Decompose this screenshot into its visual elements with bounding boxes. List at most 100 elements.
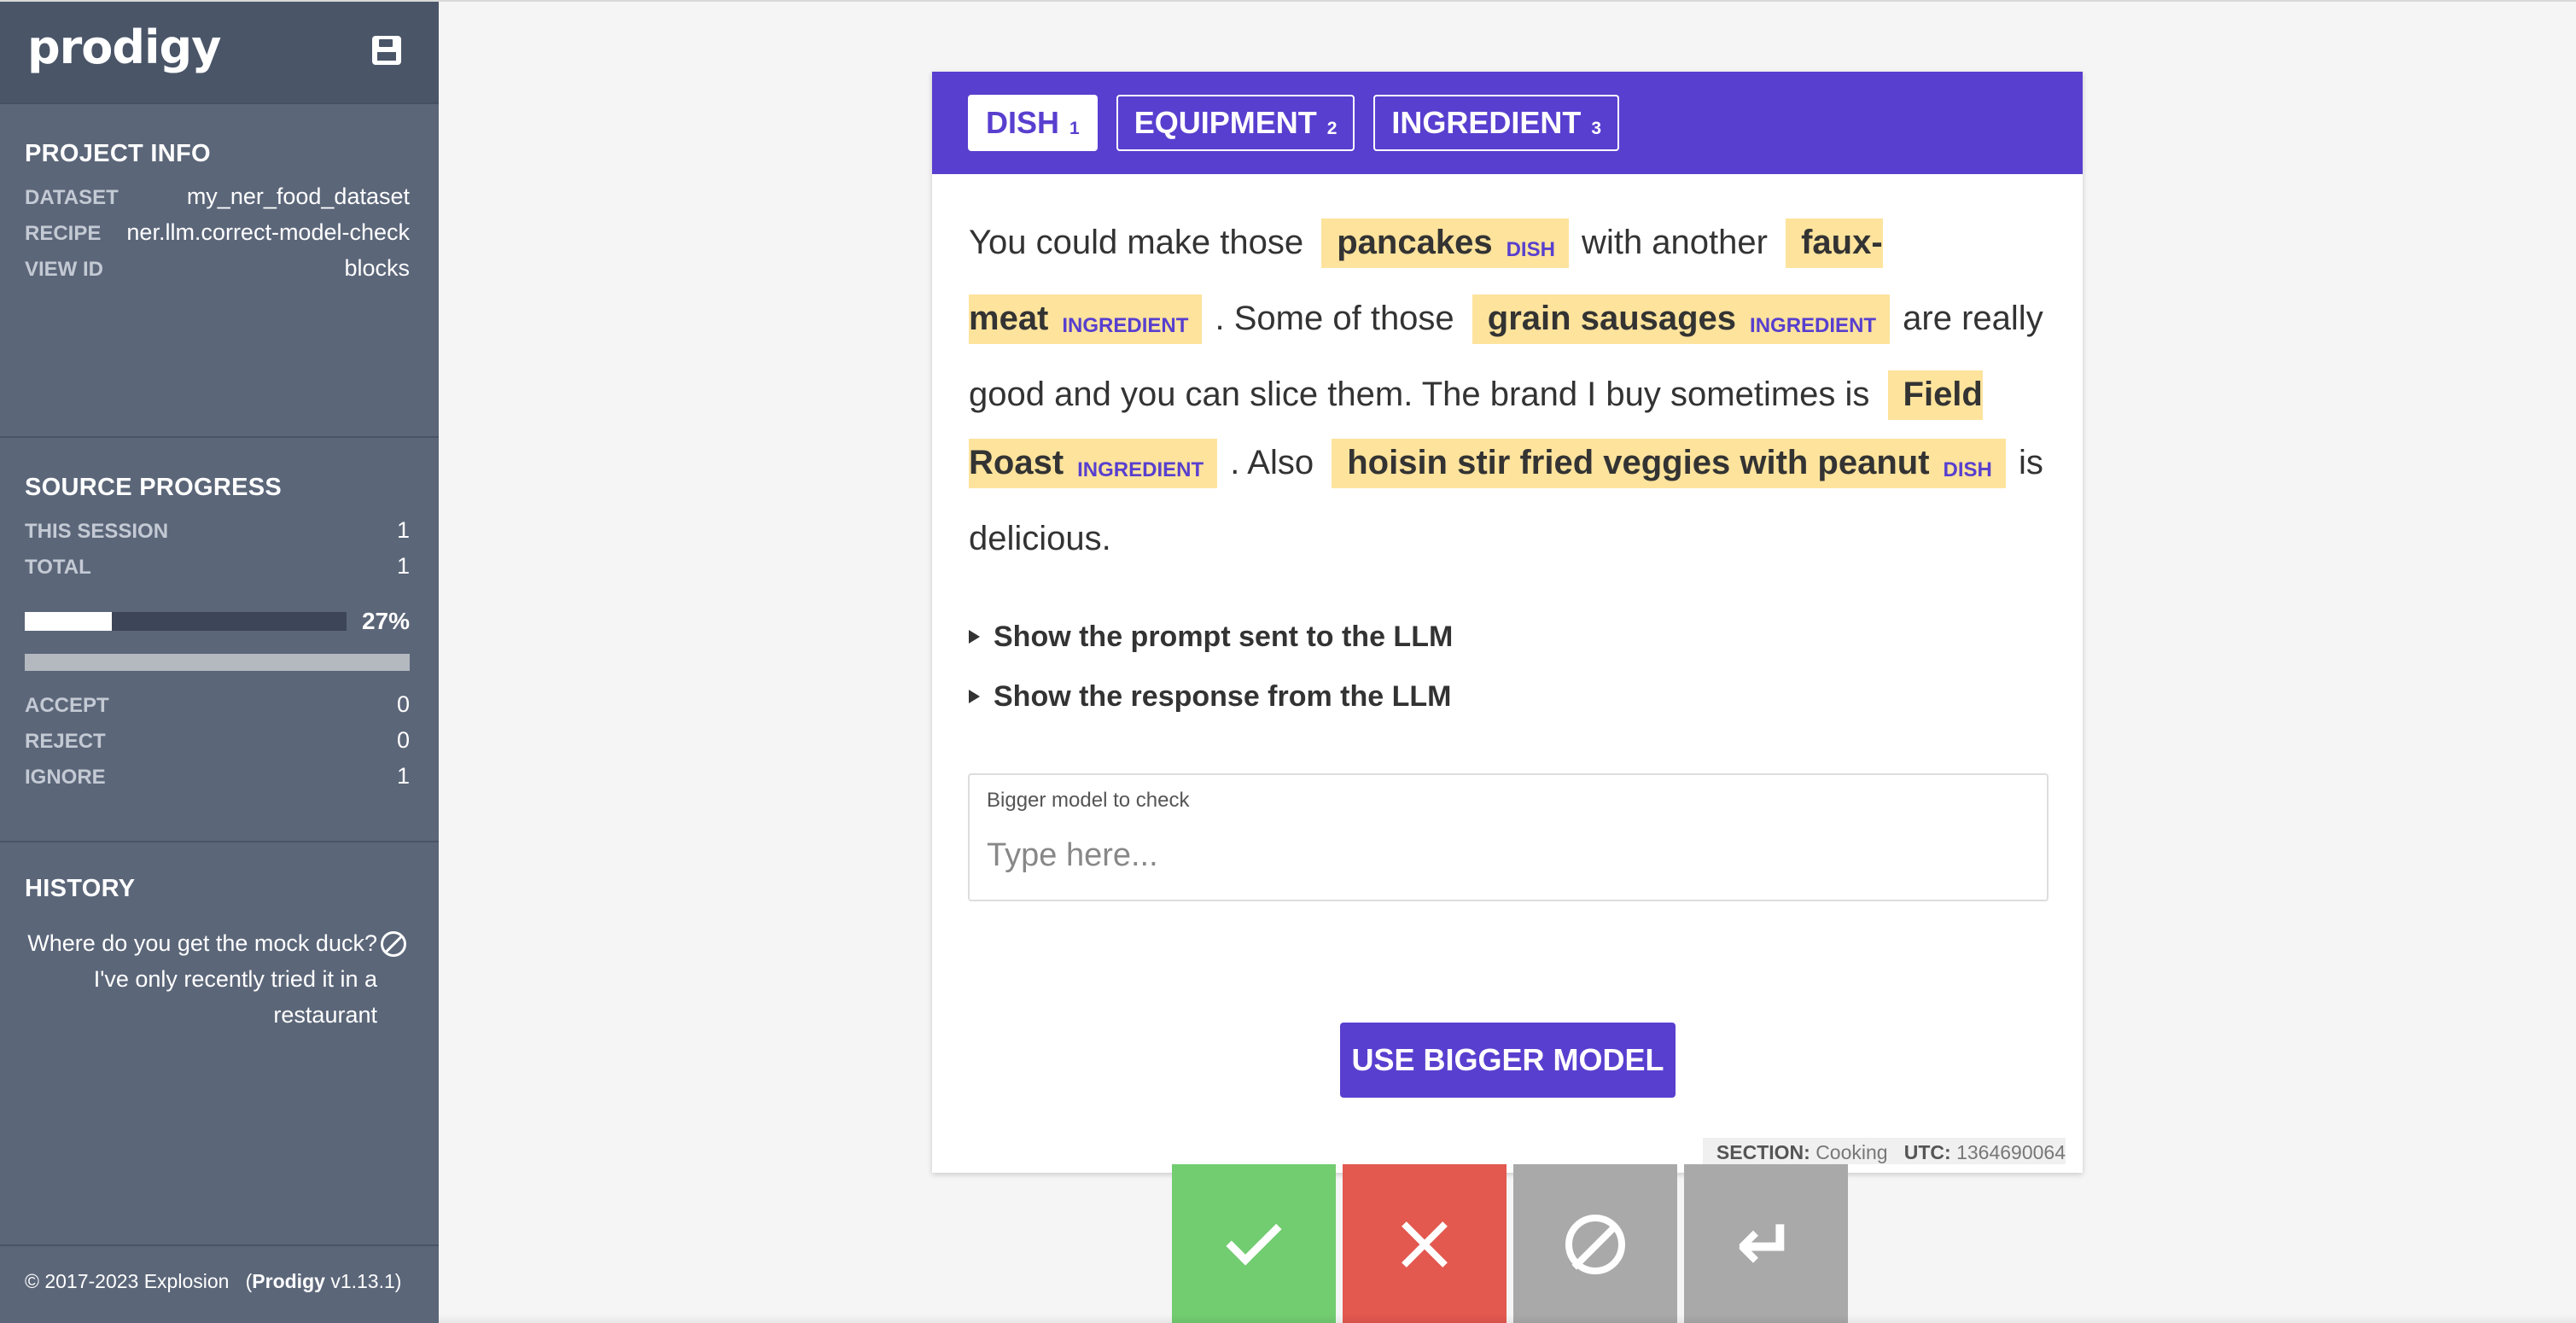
accept-key: Accept <box>25 694 109 717</box>
recipe-key: Recipe <box>25 222 102 245</box>
llm-details: Show the prompt sent to the LLM Show the… <box>932 573 2083 726</box>
project-info-section: Project Info Dataset my_ner_food_dataset… <box>0 104 439 438</box>
annotation-card: DISH 1 EQUIPMENT 2 INGREDIENT 3 You coul… <box>932 72 2083 1173</box>
label-ingredient-text: INGREDIENT <box>1391 105 1582 140</box>
label-bar: DISH 1 EQUIPMENT 2 INGREDIENT 3 <box>932 72 2083 174</box>
save-icon[interactable] <box>372 36 401 65</box>
source-progress-section: Source Progress This Session 1 Total 1 2… <box>0 438 439 842</box>
response-toggle-label: Show the response from the LLM <box>994 679 1452 713</box>
label-dish-key: 1 <box>1069 119 1080 138</box>
progress-row: 27% <box>25 608 410 635</box>
dataset-row: Dataset my_ner_food_dataset <box>25 184 410 219</box>
total-key: Total <box>25 556 91 579</box>
reject-button[interactable] <box>1343 1164 1507 1323</box>
history-item-text: Where do you get the mock duck? I've onl… <box>27 930 377 1028</box>
ignore-key: Ignore <box>25 766 106 789</box>
recipe-value: ner.llm.correct-model-check <box>126 219 410 245</box>
accept-button[interactable] <box>1172 1164 1336 1323</box>
text-segment: . Also <box>1221 444 1324 481</box>
disclosure-triangle-icon <box>969 690 980 703</box>
prodigy-logo: prodigy <box>27 20 221 74</box>
x-icon <box>1399 1219 1450 1270</box>
label-ingredient-key: 3 <box>1591 119 1602 138</box>
entity-span[interactable]: hoisin stir fried veggies with peanut DIS… <box>1332 439 2006 488</box>
ignore-count-row: Ignore 1 <box>25 763 410 799</box>
dataset-value: my_ner_food_dataset <box>186 184 410 209</box>
copyright-text: © 2017-2023 Explosion <box>25 1270 230 1292</box>
total-row: Total 1 <box>25 553 410 589</box>
project-info-title: Project Info <box>25 140 211 167</box>
history-title: History <box>25 875 136 902</box>
entity-label: INGREDIENT <box>1077 458 1204 481</box>
text-segment: You could make those <box>969 224 1314 261</box>
utc-key: UTC: <box>1903 1141 1951 1163</box>
label-equipment-key: 2 <box>1326 119 1338 138</box>
entity-text: pancakes <box>1337 224 1493 261</box>
use-bigger-model-button[interactable]: Use bigger model <box>1340 1023 1676 1098</box>
entity-span[interactable]: grain sausages INGREDIENT <box>1472 294 1891 344</box>
product-name: Prodigy <box>252 1270 325 1292</box>
this-session-value: 1 <box>396 517 410 543</box>
reject-count-row: Reject 0 <box>25 727 410 763</box>
secondary-progress-bar <box>25 654 410 671</box>
total-value: 1 <box>396 553 410 579</box>
undo-button[interactable]: ↵ <box>1684 1164 1848 1323</box>
entity-label: DISH <box>1506 238 1555 261</box>
label-ingredient-button[interactable]: INGREDIENT 3 <box>1373 95 1620 151</box>
entity-span[interactable]: pancakes DISH <box>1321 219 1569 268</box>
sidebar-footer: © 2017-2023 Explosion (Prodigy v1.13.1) <box>0 1244 439 1323</box>
ner-text: You could make those pancakes DISH with a… <box>932 174 2083 573</box>
answer-counts: Accept 0 Reject 0 Ignore 1 <box>25 691 410 799</box>
view-id-row: View ID blocks <box>25 255 410 291</box>
reject-value: 0 <box>396 727 410 753</box>
section-key: SECTION: <box>1716 1141 1810 1163</box>
bigger-model-input[interactable] <box>987 831 2011 879</box>
ignore-button[interactable] <box>1513 1164 1677 1323</box>
sidebar-header: prodigy <box>0 2 439 104</box>
entity-label: INGREDIENT <box>1062 314 1189 337</box>
check-icon <box>1226 1209 1282 1266</box>
ignore-icon <box>381 931 406 957</box>
dataset-key: Dataset <box>25 186 119 209</box>
progress-bar-fill <box>25 612 112 631</box>
utc-value: 1364690064 <box>1956 1141 2066 1163</box>
label-dish-button[interactable]: DISH 1 <box>968 95 1098 151</box>
undo-icon: ↵ <box>1735 1203 1797 1286</box>
recipe-row: Recipe ner.llm.correct-model-check <box>25 219 410 255</box>
text-segment: . Some of those <box>1205 300 1464 337</box>
bigger-model-field: Bigger model to check <box>968 773 2049 901</box>
entity-text: grain sausages <box>1487 300 1737 337</box>
reject-key: Reject <box>25 730 106 753</box>
this-session-row: This Session 1 <box>25 517 410 553</box>
bigger-model-field-label: Bigger model to check <box>987 789 1190 812</box>
this-session-key: This Session <box>25 520 169 543</box>
entity-text: hoisin stir fried veggies with peanut <box>1347 444 1930 481</box>
prompt-toggle[interactable]: Show the prompt sent to the LLM <box>969 607 2083 667</box>
view-id-value: blocks <box>344 255 410 281</box>
source-progress-title: Source Progress <box>25 474 282 501</box>
view-id-key: View ID <box>25 258 104 281</box>
bottom-shadow <box>439 1314 2576 1323</box>
prompt-toggle-label: Show the prompt sent to the LLM <box>994 620 1454 653</box>
ignore-icon <box>1565 1215 1625 1274</box>
text-segment: with another <box>1571 224 1778 261</box>
section-value: Cooking <box>1815 1141 1888 1163</box>
label-equipment-button[interactable]: EQUIPMENT 2 <box>1116 95 1355 151</box>
label-dish-text: DISH <box>986 105 1060 140</box>
entity-label: INGREDIENT <box>1750 314 1877 337</box>
ignore-value: 1 <box>396 763 410 789</box>
label-equipment-text: EQUIPMENT <box>1134 105 1317 140</box>
accept-value: 0 <box>396 691 410 717</box>
response-toggle[interactable]: Show the response from the LLM <box>969 667 2083 726</box>
version-text: v1.13.1 <box>330 1270 395 1292</box>
disclosure-triangle-icon <box>969 630 980 644</box>
history-item[interactable]: Where do you get the mock duck? I've onl… <box>25 925 406 1033</box>
entity-label: DISH <box>1943 458 1992 481</box>
task-meta: SECTION: Cooking UTC: 1364690064 <box>1702 1138 2066 1164</box>
action-buttons: ↵ <box>1172 1164 1848 1323</box>
history-section: History Where do you get the mock duck? … <box>0 842 439 1033</box>
sidebar: prodigy Project Info Dataset my_ner_food… <box>0 2 439 1323</box>
accept-count-row: Accept 0 <box>25 691 410 727</box>
progress-bar <box>25 612 347 631</box>
progress-percent: 27% <box>361 608 410 634</box>
